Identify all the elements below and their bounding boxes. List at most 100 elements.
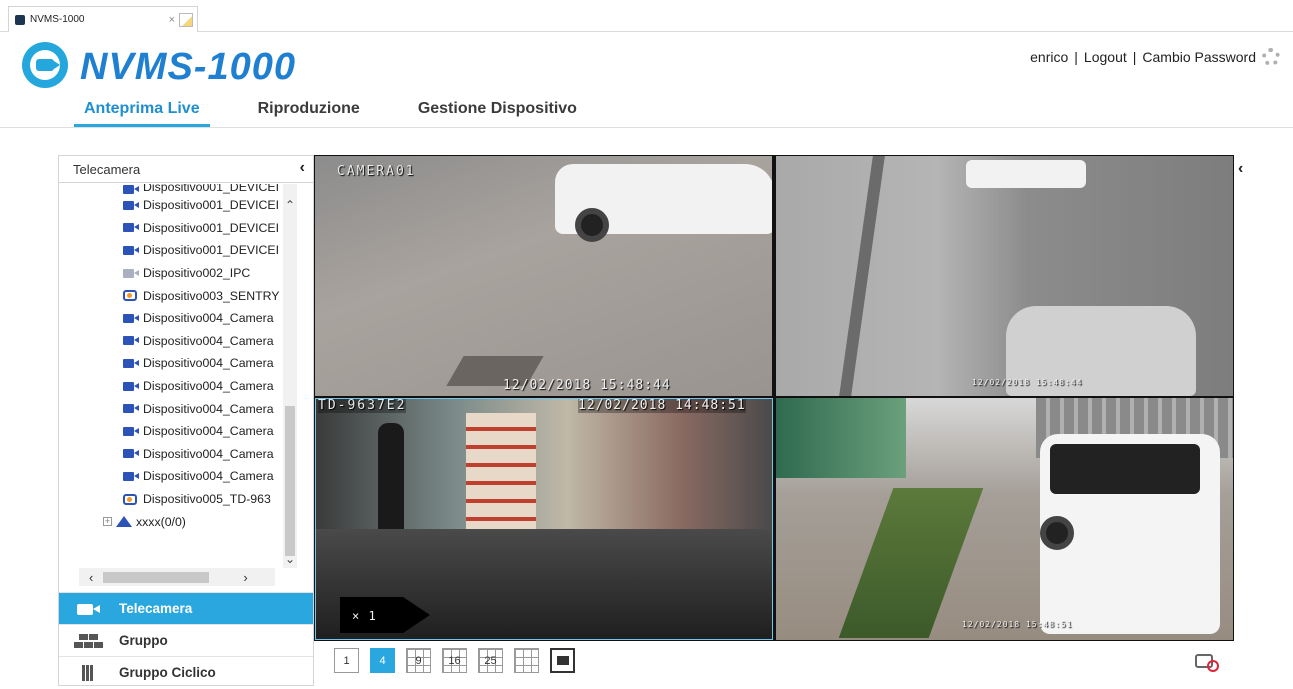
menu-item-group[interactable]: Gruppo (59, 624, 313, 656)
scroll-right-icon[interactable]: › (243, 570, 247, 585)
close-all-video-button[interactable] (1193, 650, 1223, 676)
video-tile-1[interactable]: CAMERA01 12/02/2018 15:48:44 (315, 156, 772, 396)
dome-camera-icon (123, 290, 137, 302)
camera-icon (123, 358, 139, 368)
tree-item-label: Dispositivo004_Camera (143, 446, 274, 461)
tree-item[interactable]: Dispositivo005_TD-963 (59, 488, 283, 511)
railing-shape (839, 156, 885, 396)
menu-item-label: Gruppo (119, 633, 168, 648)
tree-item[interactable]: Dispositivo004_Camera (59, 443, 283, 466)
tree-vertical-scrollbar[interactable]: ⌃ ⌄ (283, 184, 297, 568)
tree-item-label: Dispositivo004_Camera (143, 379, 274, 394)
camera-icon (123, 449, 139, 459)
camera-icon (123, 404, 139, 414)
tree-horizontal-scrollbar[interactable]: ‹ › (79, 568, 275, 586)
dome-camera-icon (123, 493, 137, 505)
camera-icon (123, 200, 139, 210)
close-tab-icon[interactable]: × (169, 14, 175, 26)
tree-item-label: Dispositivo004_Camera (143, 333, 274, 348)
camera-timestamp: 12/02/2018 15:48:44 (972, 378, 1083, 387)
scroll-left-icon[interactable]: ‹ (89, 570, 93, 585)
tree-item-label: Dispositivo002_IPC (143, 266, 251, 281)
new-tab-icon[interactable] (179, 12, 193, 27)
cyclic-group-icon (73, 664, 103, 681)
tree-item-label: Dispositivo001_DEVICEI (143, 243, 280, 258)
wheel-shape (575, 208, 609, 242)
tree-item-label: Dispositivo004_Camera (143, 424, 274, 439)
hedge-shape (838, 488, 984, 638)
person-shape (378, 423, 404, 533)
camera-icon (123, 245, 139, 255)
logout-link[interactable]: Logout (1084, 49, 1127, 65)
tree-item[interactable]: Dispositivo004_Camera (59, 330, 283, 353)
camera-icon (123, 223, 139, 233)
layout-1-button[interactable]: 1 (334, 648, 359, 673)
tree-item-label: Dispositivo004_Camera (143, 356, 274, 371)
gear-icon[interactable] (1262, 48, 1280, 66)
camera-icon (123, 426, 139, 436)
layout-16-button[interactable]: 16 (442, 648, 467, 673)
scroll-thumb[interactable] (103, 571, 210, 583)
collapse-right-panel-icon[interactable]: ‹ (1238, 160, 1243, 178)
tree-item[interactable]: Dispositivo004_Camera (59, 375, 283, 398)
fullscreen-icon (556, 656, 569, 665)
collapse-panel-icon[interactable]: ‹ (300, 159, 305, 177)
panel-title: Telecamera (73, 161, 141, 177)
wheel-shape (1040, 516, 1074, 550)
scroll-up-icon[interactable]: ⌃ (285, 198, 295, 212)
nav-tab-live-preview[interactable]: Anteprima Live (74, 98, 210, 127)
tree-item[interactable]: Dispositivo004_Camera (59, 397, 283, 420)
layout-25-button[interactable]: 25 (478, 648, 503, 673)
layout-4-button[interactable]: 4 (370, 648, 395, 673)
layout-custom-button[interactable] (514, 648, 539, 673)
tree-item[interactable]: Dispositivo001_DEVICEI (59, 194, 283, 217)
fullscreen-button[interactable] (550, 648, 575, 673)
tree-item[interactable]: Dispositivo004_Camera (59, 352, 283, 375)
video-grid: CAMERA01 12/02/2018 15:48:44 12/02/2018 … (314, 155, 1234, 641)
tree-item[interactable]: Dispositivo004_Camera (59, 307, 283, 330)
tree-item[interactable]: Dispositivo003_SENTRY (59, 284, 283, 307)
app-logo-text: NVMS-1000 (80, 46, 296, 88)
tree-item-label: Dispositivo003_SENTRY (143, 288, 280, 303)
video-tile-2[interactable]: 12/02/2018 15:48:44 (776, 156, 1233, 396)
tree-item-label: Dispositivo004_Camera (143, 311, 274, 326)
menu-item-cyclic-group[interactable]: Gruppo Ciclico (59, 656, 313, 688)
tree-item[interactable]: Dispositivo001_DEVICEI (59, 239, 283, 262)
tree-item-label: Dispositivo004_Camera (143, 401, 274, 416)
camera-panel: Telecamera ‹ Dispositivo001_DEVICEI Disp… (58, 155, 314, 686)
user-bar: enrico | Logout | Cambio Password (1027, 48, 1283, 66)
video-tile-3[interactable]: TD-9637E2 12/02/2018 14:48:51 × 1 (315, 398, 773, 640)
nav-tab-playback[interactable]: Riproduzione (248, 98, 370, 127)
tree-item[interactable]: Dispositivo001_DEVICEI (59, 217, 283, 240)
browser-tab[interactable]: NVMS-1000 × (8, 6, 198, 32)
layout-9-button[interactable]: 9 (406, 648, 431, 673)
video-tile-4[interactable]: 12/02/2018 15:48:51 (776, 398, 1233, 640)
expand-icon[interactable]: + (103, 517, 112, 527)
tree-item[interactable]: Dispositivo004_Camera (59, 465, 283, 488)
layout-toolbar: 1 4 9 16 25 (334, 648, 586, 673)
change-password-link[interactable]: Cambio Password (1142, 49, 1256, 65)
panel-header: Telecamera ‹ (59, 156, 313, 183)
separator: | (1074, 49, 1078, 65)
tree-group-item[interactable]: + xxxx(0/0) (59, 510, 283, 533)
tree-item[interactable]: Dispositivo001_DEVICEI (59, 184, 283, 194)
tree-item[interactable]: Dispositivo002_IPC (59, 262, 283, 285)
building-shape (776, 398, 906, 478)
zoom-level: × 1 (352, 609, 377, 623)
tree-item[interactable]: Dispositivo004_Camera (59, 420, 283, 443)
scroll-down-icon[interactable]: ⌄ (285, 552, 295, 566)
username: enrico (1030, 49, 1069, 65)
group-icon (73, 633, 103, 649)
nav-tab-device-management[interactable]: Gestione Dispositivo (408, 98, 587, 127)
camera-timestamp: 12/02/2018 14:48:51 (578, 398, 746, 413)
camera-label: TD-9637E2 (318, 398, 407, 413)
tree-item-label: Dispositivo005_TD-963 (143, 492, 271, 507)
menu-item-label: Telecamera (119, 601, 193, 616)
separator: | (1132, 49, 1137, 65)
camera-icon (123, 336, 139, 346)
scroll-thumb[interactable] (285, 406, 295, 556)
app-header: NVMS-1000 Anteprima Live Riproduzione Ge… (0, 32, 1293, 128)
device-tree: Dispositivo001_DEVICEI Dispositivo001_DE… (59, 184, 313, 584)
main-nav: Anteprima Live Riproduzione Gestione Dis… (74, 98, 625, 127)
menu-item-camera[interactable]: Telecamera (59, 592, 313, 624)
